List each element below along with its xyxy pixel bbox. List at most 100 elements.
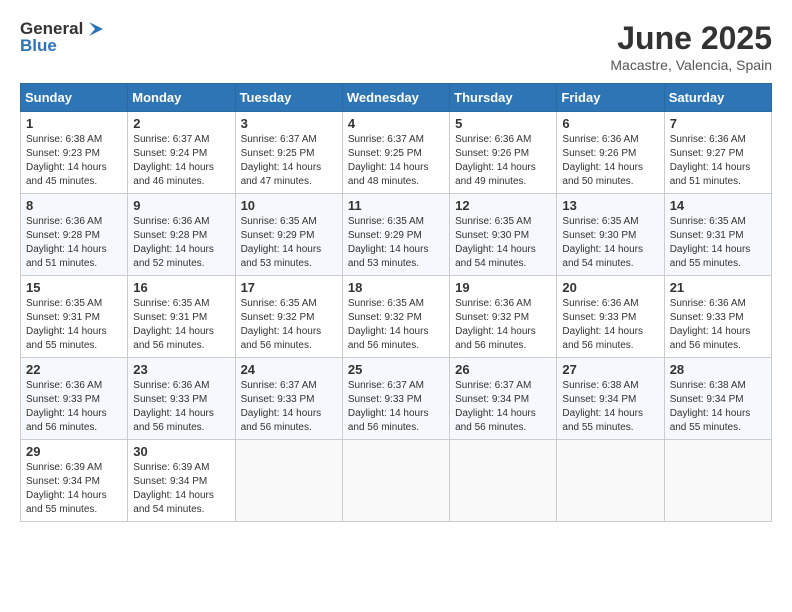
table-row: 4 Sunrise: 6:37 AMSunset: 9:25 PMDaylight…	[342, 112, 449, 194]
day-number: 22	[26, 362, 122, 377]
table-row: 1 Sunrise: 6:38 AMSunset: 9:23 PMDaylight…	[21, 112, 128, 194]
day-info: Sunrise: 6:36 AMSunset: 9:33 PMDaylight:…	[26, 379, 122, 435]
day-info: Sunrise: 6:37 AMSunset: 9:34 PMDaylight:…	[455, 379, 551, 435]
day-info: Sunrise: 6:39 AMSunset: 9:34 PMDaylight:…	[133, 461, 229, 517]
calendar-table: Sunday Monday Tuesday Wednesday Thursday…	[20, 83, 772, 522]
table-row: 16 Sunrise: 6:35 AMSunset: 9:31 PMDayligh…	[128, 276, 235, 358]
col-saturday: Saturday	[664, 84, 771, 112]
day-number: 9	[133, 198, 229, 213]
day-number: 29	[26, 444, 122, 459]
col-friday: Friday	[557, 84, 664, 112]
table-row: 26 Sunrise: 6:37 AMSunset: 9:34 PMDayligh…	[450, 358, 557, 440]
table-row: 23 Sunrise: 6:36 AMSunset: 9:33 PMDayligh…	[128, 358, 235, 440]
day-number: 18	[348, 280, 444, 295]
table-row: 18 Sunrise: 6:35 AMSunset: 9:32 PMDayligh…	[342, 276, 449, 358]
day-info: Sunrise: 6:36 AMSunset: 9:27 PMDaylight:…	[670, 133, 766, 189]
day-info: Sunrise: 6:35 AMSunset: 9:30 PMDaylight:…	[455, 215, 551, 271]
day-number: 27	[562, 362, 658, 377]
col-wednesday: Wednesday	[342, 84, 449, 112]
day-info: Sunrise: 6:38 AMSunset: 9:23 PMDaylight:…	[26, 133, 122, 189]
calendar-week-row: 8 Sunrise: 6:36 AMSunset: 9:28 PMDaylight…	[21, 194, 772, 276]
day-number: 7	[670, 116, 766, 131]
col-monday: Monday	[128, 84, 235, 112]
table-row: 10Sunrise: 6:35 AMSunset: 9:29 PMDayligh…	[235, 194, 342, 276]
day-info: Sunrise: 6:35 AMSunset: 9:32 PMDaylight:…	[241, 297, 337, 353]
day-info: Sunrise: 6:38 AMSunset: 9:34 PMDaylight:…	[670, 379, 766, 435]
table-row: 5 Sunrise: 6:36 AMSunset: 9:26 PMDaylight…	[450, 112, 557, 194]
day-info: Sunrise: 6:36 AMSunset: 9:28 PMDaylight:…	[26, 215, 122, 271]
day-info: Sunrise: 6:37 AMSunset: 9:25 PMDaylight:…	[348, 133, 444, 189]
day-info: Sunrise: 6:39 AMSunset: 9:34 PMDaylight:…	[26, 461, 122, 517]
table-row	[235, 440, 342, 522]
table-row: 25Sunrise: 6:37 AMSunset: 9:33 PMDayligh…	[342, 358, 449, 440]
location-subtitle: Macastre, Valencia, Spain	[610, 57, 772, 73]
table-row: 17 Sunrise: 6:35 AMSunset: 9:32 PMDayligh…	[235, 276, 342, 358]
day-number: 20	[562, 280, 658, 295]
day-number: 12	[455, 198, 551, 213]
day-number: 1	[26, 116, 122, 131]
table-row: 30Sunrise: 6:39 AMSunset: 9:34 PMDayligh…	[128, 440, 235, 522]
table-row: 20Sunrise: 6:36 AMSunset: 9:33 PMDayligh…	[557, 276, 664, 358]
day-info: Sunrise: 6:35 AMSunset: 9:30 PMDaylight:…	[562, 215, 658, 271]
logo-blue: Blue	[20, 37, 107, 56]
table-row: 24Sunrise: 6:37 AMSunset: 9:33 PMDayligh…	[235, 358, 342, 440]
table-row: 8 Sunrise: 6:36 AMSunset: 9:28 PMDaylight…	[21, 194, 128, 276]
table-row: 7 Sunrise: 6:36 AMSunset: 9:27 PMDaylight…	[664, 112, 771, 194]
day-number: 28	[670, 362, 766, 377]
day-number: 26	[455, 362, 551, 377]
month-title: June 2025	[610, 20, 772, 57]
day-info: Sunrise: 6:36 AMSunset: 9:26 PMDaylight:…	[455, 133, 551, 189]
table-row	[342, 440, 449, 522]
day-number: 16	[133, 280, 229, 295]
table-row: 27 Sunrise: 6:38 AMSunset: 9:34 PMDayligh…	[557, 358, 664, 440]
title-area: June 2025 Macastre, Valencia, Spain	[610, 20, 772, 73]
day-info: Sunrise: 6:35 AMSunset: 9:31 PMDaylight:…	[26, 297, 122, 353]
table-row: 9 Sunrise: 6:36 AMSunset: 9:28 PMDaylight…	[128, 194, 235, 276]
day-info: Sunrise: 6:37 AMSunset: 9:33 PMDaylight:…	[241, 379, 337, 435]
table-row: 6 Sunrise: 6:36 AMSunset: 9:26 PMDaylight…	[557, 112, 664, 194]
logo-text: General Blue	[20, 20, 107, 55]
day-info: Sunrise: 6:36 AMSunset: 9:26 PMDaylight:…	[562, 133, 658, 189]
table-row	[450, 440, 557, 522]
table-row: 15 Sunrise: 6:35 AMSunset: 9:31 PMDayligh…	[21, 276, 128, 358]
day-info: Sunrise: 6:37 AMSunset: 9:24 PMDaylight:…	[133, 133, 229, 189]
table-row: 13Sunrise: 6:35 AMSunset: 9:30 PMDayligh…	[557, 194, 664, 276]
page-header: General Blue June 2025 Macastre, Valenci…	[20, 20, 772, 73]
day-number: 3	[241, 116, 337, 131]
day-number: 6	[562, 116, 658, 131]
day-info: Sunrise: 6:36 AMSunset: 9:28 PMDaylight:…	[133, 215, 229, 271]
logo-arrow-icon	[85, 20, 107, 38]
table-row: 14Sunrise: 6:35 AMSunset: 9:31 PMDayligh…	[664, 194, 771, 276]
day-number: 15	[26, 280, 122, 295]
day-number: 5	[455, 116, 551, 131]
col-sunday: Sunday	[21, 84, 128, 112]
day-number: 11	[348, 198, 444, 213]
day-info: Sunrise: 6:36 AMSunset: 9:33 PMDaylight:…	[670, 297, 766, 353]
day-number: 19	[455, 280, 551, 295]
day-info: Sunrise: 6:35 AMSunset: 9:31 PMDaylight:…	[133, 297, 229, 353]
day-info: Sunrise: 6:37 AMSunset: 9:25 PMDaylight:…	[241, 133, 337, 189]
day-number: 17	[241, 280, 337, 295]
day-number: 4	[348, 116, 444, 131]
day-info: Sunrise: 6:35 AMSunset: 9:29 PMDaylight:…	[241, 215, 337, 271]
table-row: 29 Sunrise: 6:39 AMSunset: 9:34 PMDayligh…	[21, 440, 128, 522]
day-info: Sunrise: 6:38 AMSunset: 9:34 PMDaylight:…	[562, 379, 658, 435]
day-info: Sunrise: 6:35 AMSunset: 9:29 PMDaylight:…	[348, 215, 444, 271]
table-row: 19Sunrise: 6:36 AMSunset: 9:32 PMDayligh…	[450, 276, 557, 358]
table-row: 11 Sunrise: 6:35 AMSunset: 9:29 PMDayligh…	[342, 194, 449, 276]
day-number: 25	[348, 362, 444, 377]
table-row: 3 Sunrise: 6:37 AMSunset: 9:25 PMDaylight…	[235, 112, 342, 194]
day-number: 21	[670, 280, 766, 295]
day-info: Sunrise: 6:36 AMSunset: 9:33 PMDaylight:…	[133, 379, 229, 435]
calendar-week-row: 29 Sunrise: 6:39 AMSunset: 9:34 PMDayligh…	[21, 440, 772, 522]
calendar-week-row: 15 Sunrise: 6:35 AMSunset: 9:31 PMDayligh…	[21, 276, 772, 358]
day-number: 23	[133, 362, 229, 377]
table-row	[664, 440, 771, 522]
day-number: 14	[670, 198, 766, 213]
day-number: 2	[133, 116, 229, 131]
table-row	[557, 440, 664, 522]
day-info: Sunrise: 6:35 AMSunset: 9:32 PMDaylight:…	[348, 297, 444, 353]
table-row: 28 Sunrise: 6:38 AMSunset: 9:34 PMDayligh…	[664, 358, 771, 440]
col-tuesday: Tuesday	[235, 84, 342, 112]
day-number: 8	[26, 198, 122, 213]
